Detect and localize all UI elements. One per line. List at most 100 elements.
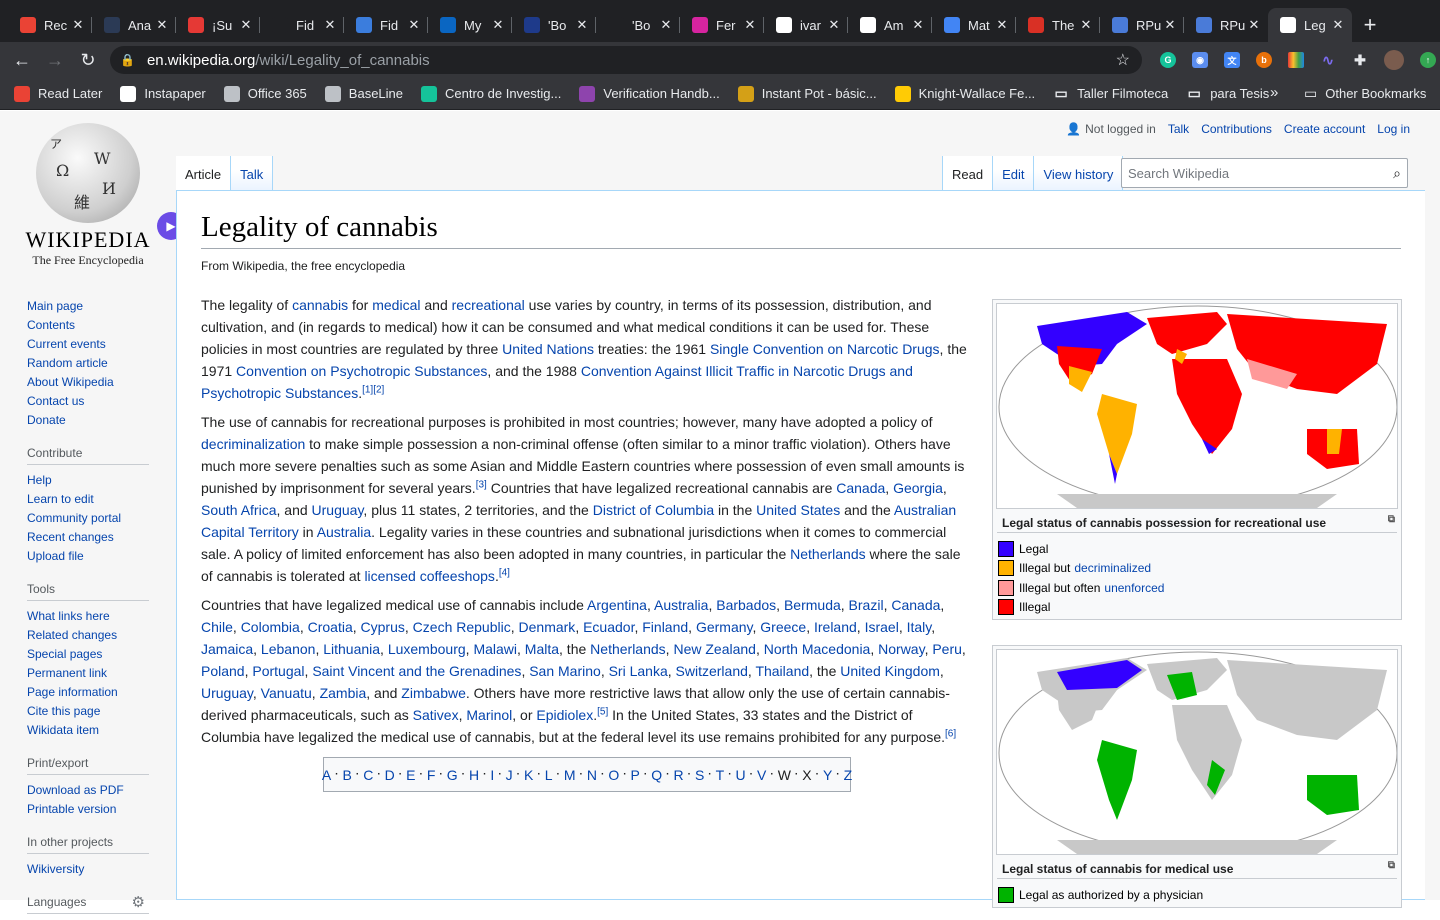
bookmark-item[interactable]: Instant Pot - básic... bbox=[737, 85, 877, 102]
citation[interactable]: [3] bbox=[476, 479, 487, 490]
bookmark-item[interactable]: Read Later bbox=[14, 85, 102, 102]
tab-article[interactable]: Article bbox=[176, 156, 232, 191]
toc-letter[interactable]: R bbox=[673, 767, 683, 783]
forward-button[interactable]: → bbox=[39, 44, 71, 76]
bookmark-item[interactable]: ▭ para Tesis bbox=[1186, 85, 1270, 102]
link[interactable]: San Marino bbox=[529, 663, 601, 679]
contributions-link[interactable]: Contributions bbox=[1201, 122, 1272, 136]
toc-letter[interactable]: J bbox=[506, 767, 513, 783]
link[interactable]: Switzerland bbox=[676, 663, 748, 679]
link[interactable]: Italy bbox=[907, 619, 932, 635]
toc-letter[interactable]: Z bbox=[844, 767, 853, 783]
wikipedia-logo[interactable]: ΩWИ維ア WIKIPEDIA The Free Encyclopedia bbox=[18, 123, 158, 273]
browser-tab[interactable]: RPu ✕ bbox=[1184, 8, 1268, 42]
sidebar-item-contents[interactable]: Contents bbox=[27, 316, 162, 335]
link[interactable]: decriminalization bbox=[201, 436, 305, 452]
personal-talk-link[interactable]: Talk bbox=[1168, 122, 1189, 136]
color-grid-extension-icon[interactable] bbox=[1288, 52, 1304, 68]
close-tab-icon[interactable]: ✕ bbox=[490, 17, 506, 33]
sidebar-item-contact-us[interactable]: Contact us bbox=[27, 392, 162, 411]
link[interactable]: Sri Lanka bbox=[609, 663, 668, 679]
sidebar-item-learn-to-edit[interactable]: Learn to edit bbox=[27, 490, 162, 509]
link[interactable]: Ireland bbox=[814, 619, 857, 635]
link[interactable]: Netherlands bbox=[590, 641, 666, 657]
link[interactable]: Portugal bbox=[252, 663, 304, 679]
camera-extension-icon[interactable]: ◉ bbox=[1192, 52, 1208, 68]
browser-tab[interactable]: Fer ✕ bbox=[680, 8, 764, 42]
recreational-world-map[interactable] bbox=[996, 303, 1398, 509]
toc-letter[interactable]: A bbox=[322, 767, 331, 783]
link[interactable]: cannabis bbox=[292, 297, 348, 313]
sidebar-item-help[interactable]: Help bbox=[27, 471, 162, 490]
link[interactable]: recreational bbox=[452, 297, 525, 313]
toc-letter[interactable]: Y bbox=[823, 767, 832, 783]
link[interactable]: Australia bbox=[317, 524, 371, 540]
link[interactable]: Marinol bbox=[466, 707, 512, 723]
link[interactable]: Australia bbox=[654, 597, 708, 613]
sidebar-item-about-wikipedia[interactable]: About Wikipedia bbox=[27, 373, 162, 392]
link[interactable]: Lithuania bbox=[323, 641, 380, 657]
enlarge-icon[interactable]: ⧉ bbox=[1388, 860, 1395, 871]
link[interactable]: Lebanon bbox=[261, 641, 316, 657]
browser-tab[interactable]: Leg ✕ bbox=[1268, 8, 1352, 42]
browser-tab[interactable]: RPu ✕ bbox=[1100, 8, 1184, 42]
browser-tab[interactable]: 'Bo ✕ bbox=[596, 8, 680, 42]
tab-edit[interactable]: Edit bbox=[993, 156, 1035, 191]
link[interactable]: Single Convention on Narcotic Drugs bbox=[710, 341, 940, 357]
toc-letter[interactable]: V bbox=[757, 767, 766, 783]
link[interactable]: Brazil bbox=[849, 597, 884, 613]
tab-view-history[interactable]: View history bbox=[1034, 156, 1124, 191]
toc-letter[interactable]: K bbox=[524, 767, 533, 783]
link[interactable]: South Africa bbox=[201, 502, 277, 518]
citation[interactable]: [4] bbox=[499, 567, 510, 578]
bookmark-item[interactable]: Office 365 bbox=[223, 85, 307, 102]
bookmark-star-icon[interactable]: ☆ bbox=[1116, 50, 1130, 70]
toc-letter[interactable]: E bbox=[406, 767, 415, 783]
bookmark-item[interactable]: Knight-Wallace Fe... bbox=[894, 85, 1035, 102]
link[interactable]: medical bbox=[372, 297, 420, 313]
link[interactable]: Denmark bbox=[519, 619, 576, 635]
browser-tab[interactable]: Ana ✕ bbox=[92, 8, 176, 42]
browser-tab[interactable]: Rec ✕ bbox=[8, 8, 92, 42]
sidebar-item-what-links-here[interactable]: What links here bbox=[27, 607, 162, 626]
link[interactable]: Netherlands bbox=[790, 546, 866, 562]
browser-tab[interactable]: 'Bo ✕ bbox=[512, 8, 596, 42]
sidebar-item-community-portal[interactable]: Community portal bbox=[27, 509, 162, 528]
close-tab-icon[interactable]: ✕ bbox=[154, 17, 170, 33]
browser-tab[interactable]: Am ✕ bbox=[848, 8, 932, 42]
b-extension-icon[interactable]: b bbox=[1256, 52, 1272, 68]
link[interactable]: Sativex bbox=[413, 707, 459, 723]
bookmarks-overflow-button[interactable]: » bbox=[1270, 84, 1278, 101]
profile-avatar[interactable] bbox=[1384, 50, 1404, 70]
toc-letter[interactable]: H bbox=[469, 767, 479, 783]
sidebar-item-related-changes[interactable]: Related changes bbox=[27, 626, 162, 645]
link[interactable]: Epidiolex bbox=[536, 707, 593, 723]
browser-tab[interactable]: Fid ✕ bbox=[344, 8, 428, 42]
link[interactable]: Zambia bbox=[320, 685, 367, 701]
link[interactable]: Barbados bbox=[716, 597, 776, 613]
toc-letter[interactable]: P bbox=[631, 767, 640, 783]
browser-tab[interactable]: Fid ✕ bbox=[260, 8, 344, 42]
bookmark-item[interactable]: Centro de Investig... bbox=[421, 85, 561, 102]
link[interactable]: Peru bbox=[932, 641, 962, 657]
close-tab-icon[interactable]: ✕ bbox=[826, 17, 842, 33]
create-account-link[interactable]: Create account bbox=[1284, 122, 1365, 136]
link[interactable]: Zimbabwe bbox=[401, 685, 466, 701]
link[interactable]: District of Columbia bbox=[593, 502, 714, 518]
link[interactable]: Uruguay bbox=[312, 502, 364, 518]
browser-tab[interactable]: Mat ✕ bbox=[932, 8, 1016, 42]
toc-letter[interactable]: F bbox=[427, 767, 436, 783]
legend-link[interactable]: decriminalized bbox=[1074, 561, 1151, 575]
link[interactable]: New Zealand bbox=[673, 641, 756, 657]
link[interactable]: Cyprus bbox=[361, 619, 405, 635]
address-bar[interactable]: 🔒 en.wikipedia.org/wiki/Legality_of_cann… bbox=[110, 46, 1142, 74]
search-input[interactable]: Search Wikipedia ⌕ bbox=[1121, 158, 1408, 188]
toc-letter[interactable]: L bbox=[545, 767, 553, 783]
bookmark-item[interactable]: Instapaper bbox=[120, 85, 206, 102]
sidebar-item-main-page[interactable]: Main page bbox=[27, 297, 162, 316]
link[interactable]: Vanuatu bbox=[261, 685, 312, 701]
log-in-link[interactable]: Log in bbox=[1377, 122, 1410, 136]
link[interactable]: Greece bbox=[760, 619, 806, 635]
medical-world-map[interactable] bbox=[996, 649, 1398, 855]
browser-tab[interactable]: ivar ✕ bbox=[764, 8, 848, 42]
